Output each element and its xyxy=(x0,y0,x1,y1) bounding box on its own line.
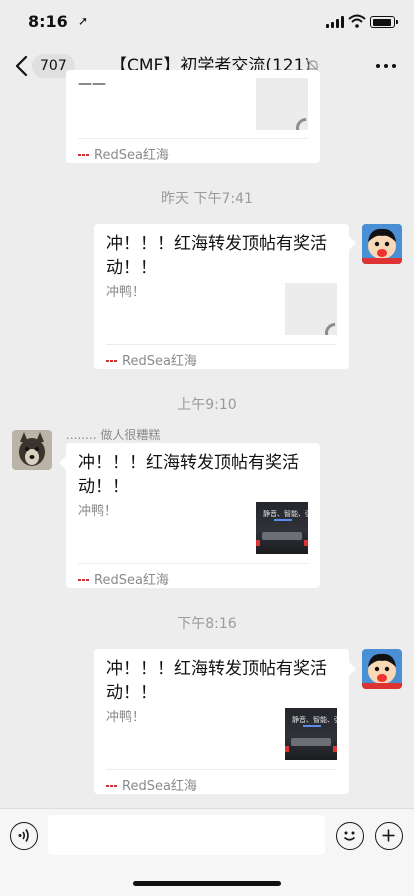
card-title: 冲！！！红海转发顶帖有奖活动！！ xyxy=(106,659,327,703)
more-functions-button[interactable] xyxy=(375,822,403,850)
home-indicator[interactable] xyxy=(133,881,281,886)
card-source: RedSea红海 xyxy=(78,144,169,163)
link-card-sent[interactable]: 冲！！！红海转发顶帖有奖活动！！ 冲鸭！ 静音、智能、强劲 RedSea红海 xyxy=(94,649,349,794)
sender-name: ........ 做人很糟糕 xyxy=(66,428,161,442)
redsea-logo-icon xyxy=(78,151,90,159)
message-timestamp: 上午9:10 xyxy=(177,397,237,413)
card-thumbnail: 静音、智能、强劲 xyxy=(256,502,308,554)
bubble-tail xyxy=(349,236,356,250)
card-title: 冲！！！红海转发顶帖有奖活动！！ xyxy=(78,453,299,497)
card-divider xyxy=(106,344,337,345)
link-card-sent[interactable]: 冲！！！红海转发顶帖有奖活动！！ 冲鸭！ RedSea红海 xyxy=(94,224,349,369)
card-thumbnail xyxy=(256,78,308,130)
voice-input-button[interactable] xyxy=(10,822,38,850)
link-card-received[interactable]: 冲！！！红海转发顶帖有奖活动！！ 冲鸭！ 静音、智能、强劲 RedSea红海 xyxy=(66,443,320,588)
card-divider xyxy=(78,563,308,564)
card-source-label: RedSea红海 xyxy=(122,354,197,369)
smiley-icon xyxy=(343,831,356,841)
more-options-icon[interactable] xyxy=(374,60,398,72)
bubble-tail xyxy=(349,662,356,676)
card-thumbnail xyxy=(285,283,337,335)
location-arrow-icon: ➚ xyxy=(78,14,89,28)
message-input[interactable] xyxy=(48,815,325,855)
card-description: 冲鸭！ xyxy=(78,504,118,519)
battery-icon xyxy=(370,16,398,28)
card-source-label: RedSea红海 xyxy=(94,148,169,163)
redsea-logo-icon xyxy=(106,357,118,365)
emoji-button[interactable] xyxy=(336,822,364,850)
redsea-logo-icon xyxy=(78,576,90,584)
my-avatar[interactable] xyxy=(362,649,402,689)
cellular-signal-icon xyxy=(326,16,344,28)
plus-icon xyxy=(382,829,395,842)
sender-avatar[interactable] xyxy=(12,430,52,470)
status-bar: 8:16 ➚ xyxy=(0,0,414,44)
card-source: RedSea红海 xyxy=(78,569,169,588)
my-avatar[interactable] xyxy=(362,224,402,264)
card-source-label: RedSea红海 xyxy=(94,573,169,588)
message-timestamp: 昨天 下午7:41 xyxy=(161,191,253,207)
card-thumbnail: 静音、智能、强劲 xyxy=(285,708,337,760)
card-description: 冲鸭！ xyxy=(106,710,146,725)
card-description: 冲鸭！ xyxy=(106,285,146,300)
card-title: 冲！！！红海转发顶帖有奖活动！！ xyxy=(106,234,327,278)
card-source: RedSea红海 xyxy=(106,775,197,794)
status-time: 8:16 xyxy=(28,12,68,31)
message-timestamp: 下午8:16 xyxy=(177,616,237,632)
redsea-logo-icon xyxy=(106,782,118,790)
card-divider xyxy=(106,769,337,770)
chat-screen: 8:16 ➚ 707 【CMF】初学者交流(121) —— RedSea红海 昨… xyxy=(0,0,414,896)
wifi-icon xyxy=(348,14,366,28)
voice-wave-icon xyxy=(18,829,29,842)
bubble-tail xyxy=(59,456,66,470)
loading-spinner-icon xyxy=(291,113,308,130)
loading-spinner-icon xyxy=(320,318,337,335)
link-card-received[interactable]: —— RedSea红海 xyxy=(66,70,320,163)
back-chevron-icon[interactable] xyxy=(14,55,30,77)
card-source: RedSea红海 xyxy=(106,350,197,369)
card-source-label: RedSea红海 xyxy=(122,779,197,794)
card-divider xyxy=(78,138,308,139)
